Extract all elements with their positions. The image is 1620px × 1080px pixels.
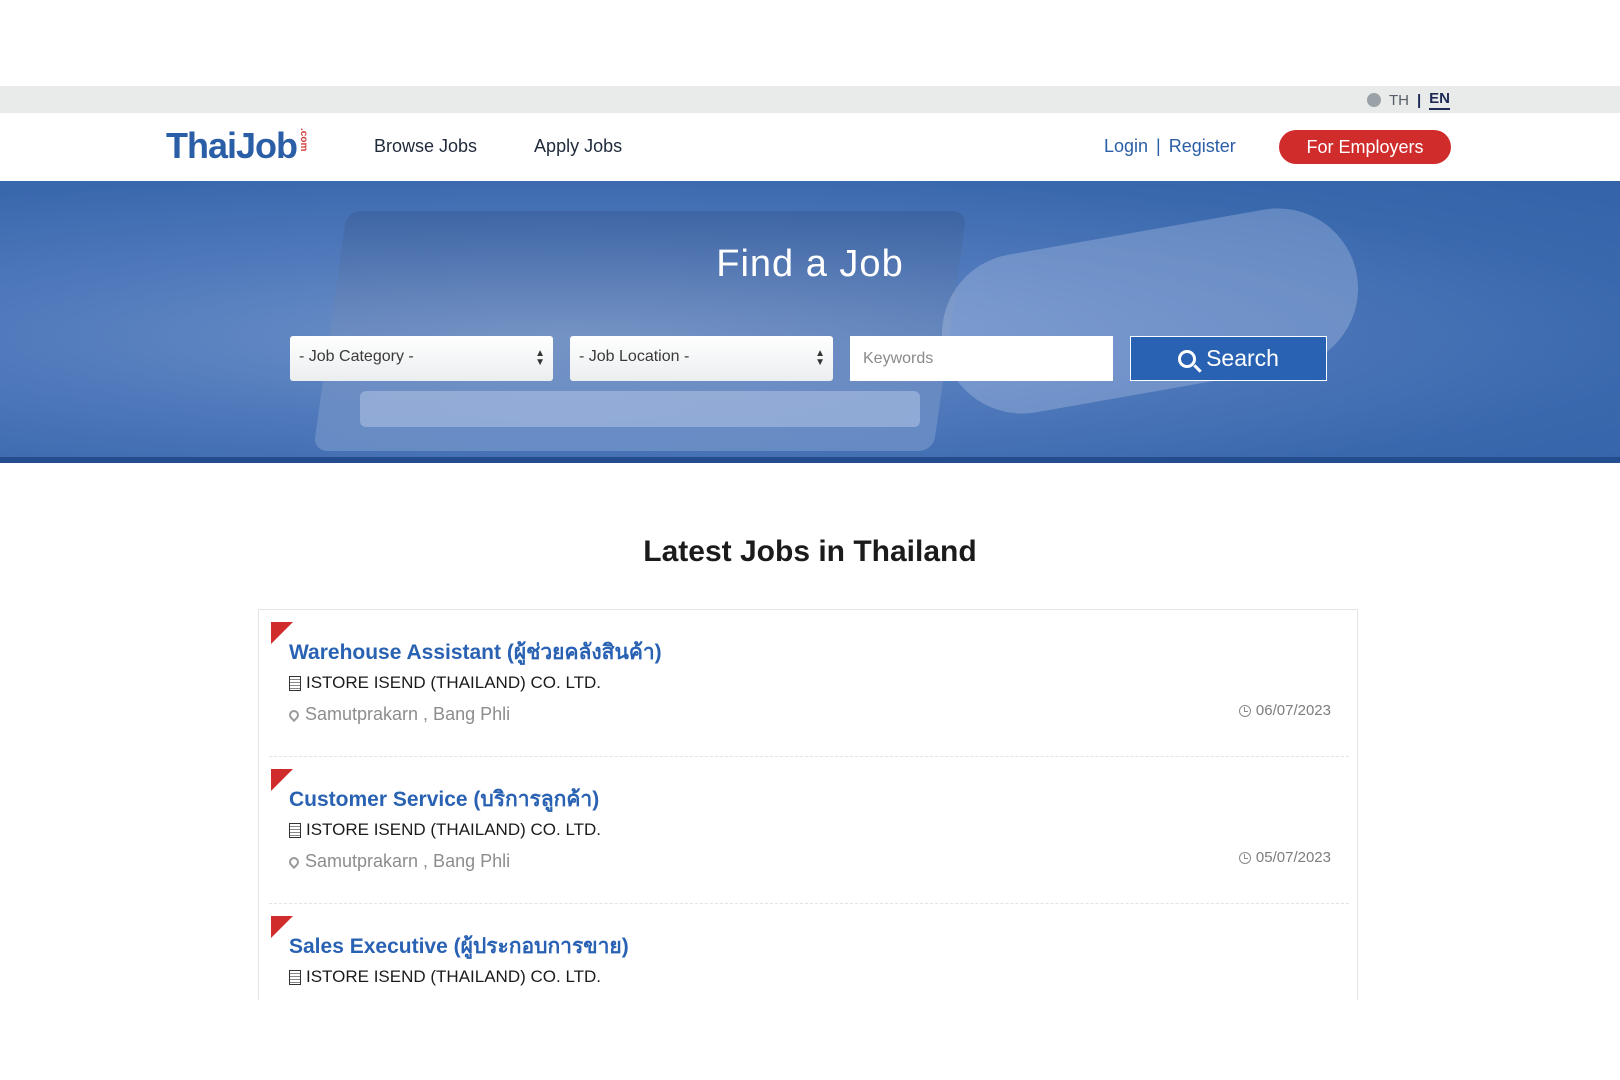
company-name: ISTORE ISEND (THAILAND) CO. LTD. bbox=[306, 673, 602, 692]
nav-browse-jobs[interactable]: Browse Jobs bbox=[374, 136, 477, 157]
auth-divider: | bbox=[1156, 136, 1161, 156]
laptop-keyboard-image bbox=[360, 391, 920, 427]
select-arrows-icon: ▲ ▼ bbox=[815, 348, 825, 368]
clock-icon bbox=[1238, 851, 1251, 864]
job-category-select[interactable]: - Job Category - ▲ ▼ bbox=[290, 336, 553, 381]
select-arrows-icon: ▲ ▼ bbox=[535, 348, 545, 368]
latest-jobs-title: Latest Jobs in Thailand bbox=[643, 535, 977, 568]
search-button[interactable]: Search bbox=[1130, 336, 1327, 381]
hero-bottom-border bbox=[0, 457, 1620, 463]
lang-en-link[interactable]: EN bbox=[1429, 90, 1450, 110]
register-link[interactable]: Register bbox=[1169, 136, 1236, 157]
map-pin-icon bbox=[286, 707, 302, 722]
login-link[interactable]: Login bbox=[1104, 136, 1148, 157]
job-title-link[interactable]: Warehouse Assistant (ผู้ช่วยคลังสินค้า) bbox=[289, 636, 662, 669]
job-location-value: - Job Location - bbox=[579, 348, 690, 365]
job-location-select[interactable]: - Job Location - ▲ ▼ bbox=[570, 336, 833, 381]
site-header: ThaiJob .com Browse Jobs Apply Jobs Logi… bbox=[0, 113, 1620, 181]
date-text: 06/07/2023 bbox=[1255, 702, 1331, 719]
main-nav: Browse Jobs Apply Jobs bbox=[374, 136, 622, 157]
logo-text: ThaiJob bbox=[166, 125, 298, 166]
globe-icon bbox=[1366, 93, 1381, 107]
nav-apply-jobs[interactable]: Apply Jobs bbox=[534, 136, 622, 157]
search-button-label: Search bbox=[1206, 345, 1279, 371]
job-company: ISTORE ISEND (THAILAND) CO. LTD. bbox=[289, 967, 601, 987]
hand-background-image bbox=[929, 195, 1371, 427]
job-title-link[interactable]: Sales Executive (ผู้ประกอบการขาย) bbox=[289, 930, 629, 963]
job-company: ISTORE ISEND (THAILAND) CO. LTD. bbox=[289, 820, 601, 840]
site-logo[interactable]: ThaiJob .com bbox=[166, 125, 309, 167]
building-icon bbox=[289, 675, 301, 691]
hero-search-banner: Find a Job - Job Category - ▲ ▼ - Job Loc… bbox=[0, 181, 1620, 463]
keywords-input[interactable] bbox=[850, 336, 1113, 381]
job-date: 06/07/2023 bbox=[1238, 702, 1331, 719]
location-text: Samutprakarn , Bang Phli bbox=[305, 704, 511, 724]
job-date: 05/07/2023 bbox=[1238, 849, 1331, 866]
job-card[interactable]: Customer Service (บริการลูกค้า) ISTORE I… bbox=[259, 757, 1357, 904]
clock-icon bbox=[1238, 704, 1251, 717]
search-icon bbox=[1178, 349, 1197, 368]
language-bar: TH | EN bbox=[0, 86, 1620, 113]
map-pin-icon bbox=[286, 854, 302, 869]
date-text: 05/07/2023 bbox=[1255, 849, 1331, 866]
job-company: ISTORE ISEND (THAILAND) CO. LTD. bbox=[289, 673, 601, 693]
lang-th-link[interactable]: TH bbox=[1389, 92, 1409, 109]
auth-links: Login | Register bbox=[1104, 136, 1236, 157]
job-category-value: - Job Category - bbox=[299, 348, 414, 365]
job-card[interactable]: Warehouse Assistant (ผู้ช่วยคลังสินค้า) … bbox=[259, 610, 1357, 757]
job-title-link[interactable]: Customer Service (บริการลูกค้า) bbox=[289, 783, 599, 816]
company-name: ISTORE ISEND (THAILAND) CO. LTD. bbox=[306, 967, 602, 986]
lang-separator: | bbox=[1416, 91, 1422, 109]
language-switcher: TH | EN bbox=[1366, 90, 1450, 110]
location-text: Samutprakarn , Bang Phli bbox=[305, 851, 511, 871]
company-name: ISTORE ISEND (THAILAND) CO. LTD. bbox=[306, 820, 602, 839]
job-location: Samutprakarn , Bang Phli bbox=[286, 851, 511, 872]
building-icon bbox=[289, 969, 301, 985]
for-employers-button[interactable]: For Employers bbox=[1279, 130, 1451, 164]
job-card[interactable]: Sales Executive (ผู้ประกอบการขาย) ISTORE… bbox=[259, 904, 1357, 1000]
logo-suffix: .com bbox=[298, 128, 310, 152]
building-icon bbox=[289, 822, 301, 838]
hero-title: Find a Job bbox=[716, 243, 904, 285]
jobs-list: Warehouse Assistant (ผู้ช่วยคลังสินค้า) … bbox=[258, 609, 1358, 1000]
job-location: Samutprakarn , Bang Phli bbox=[286, 704, 511, 725]
